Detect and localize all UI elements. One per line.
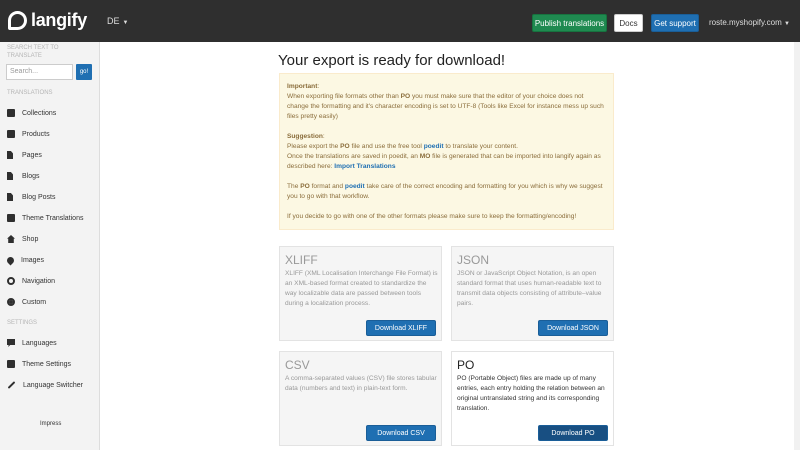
sidebar-item-label: Languages [22,339,57,347]
logo-text: langify [31,9,87,30]
page-title: Your export is ready for download! [278,52,506,69]
download-csv-button[interactable]: Download CSV [366,425,436,441]
poedit-link[interactable]: poedit [424,143,444,150]
publish-translations-button[interactable]: Publish translations [532,14,607,32]
suggestion-text: file and use the free tool [349,143,424,150]
format-card-po: PO PO (Portable Object) files are made u… [451,351,614,446]
shop-dropdown[interactable]: roste.myshopify.com ▼ [709,18,790,27]
sidebar-item-label: Language Switcher [23,381,83,389]
workflow-text: The [287,183,301,190]
download-json-button[interactable]: Download JSON [538,320,608,336]
docs-button[interactable]: Docs [614,14,643,32]
suggestion-label: Suggestion [287,133,323,140]
speech-bubble-icon [7,339,15,347]
sidebar-item-label: Pages [22,151,42,159]
card-title: CSV [285,358,310,372]
settings-heading: SETTINGS [7,320,38,326]
sidebar-item-label: Collections [22,109,57,117]
folder-icon [7,109,15,117]
sidebar-item-label: Blogs [22,172,40,180]
import-translations-link[interactable]: Import Translations [334,163,395,170]
format-card-xliff: XLIFF XLIFF (XML Localisation Interchang… [279,246,442,341]
search-input[interactable]: Search... [6,64,73,80]
image-icon [7,360,15,368]
translations-heading: TRANSLATIONS [7,90,53,96]
blog-post-icon [7,193,13,201]
sidebar-item-theme-settings[interactable]: Theme Settings [7,357,71,371]
download-po-button[interactable]: Download PO [538,425,608,441]
language-label: DE [107,16,120,26]
format-card-json: JSON JSON or JavaScript Object Notation,… [451,246,614,341]
logo[interactable]: langify [8,9,87,31]
sidebar-item-images[interactable]: Images [5,253,44,267]
blog-icon [7,172,13,180]
card-title: XLIFF [285,253,318,267]
sidebar-item-label: Blog Posts [22,193,56,201]
sidebar-item-theme-translations[interactable]: Theme Translations [7,211,83,225]
sidebar-item-collections[interactable]: Collections [7,106,56,120]
sidebar-item-languages[interactable]: Languages [7,336,57,350]
export-notice: Important: When exporting file formats o… [279,73,614,230]
sidebar-item-label: Theme Settings [22,360,72,368]
sidebar-item-label: Images [21,256,44,264]
drop-icon [5,255,16,265]
pencil-icon [7,381,16,389]
po-emphasis: PO [300,183,310,190]
format-card-csv: CSV A comma-separated values (CSV) file … [279,351,442,446]
po-emphasis: PO [400,93,411,100]
important-text-pre: When exporting file formats other than [287,93,401,100]
sidebar: SEARCH TEXT TO TRANSLATE Search... go! T… [0,42,100,450]
get-support-button[interactable]: Get support [651,14,699,32]
important-label: Important [287,83,318,90]
po-emphasis: PO [340,143,350,150]
search-heading: SEARCH TEXT TO TRANSLATE [7,45,59,59]
download-xliff-button[interactable]: Download XLIFF [366,320,436,336]
suggestion-text: Please export the [287,143,341,150]
caret-down-icon: ▼ [784,21,790,27]
book-icon [7,130,15,138]
sidebar-item-pages[interactable]: Pages [7,148,42,162]
card-description: XLIFF (XML Localisation Interchange File… [285,270,438,307]
shop-name: roste.myshopify.com [709,18,782,27]
sidebar-item-navigation[interactable]: Navigation [7,274,55,288]
suggestion-text: to translate your content. [443,143,518,150]
sidebar-item-products[interactable]: Products [7,127,50,141]
encoding-warning: If you decide to go with one of the othe… [287,213,577,220]
sidebar-item-blog-posts[interactable]: Blog Posts [7,190,55,204]
card-title: PO [457,358,475,372]
top-bar: langify DE ▼ Publish translations Docs Ge… [0,0,800,42]
card-description: A comma-separated values (CSV) file stor… [285,375,437,392]
gear-icon [7,298,15,306]
caret-down-icon: ▼ [122,20,129,26]
sidebar-item-label: Products [22,130,50,138]
poedit-link[interactable]: poedit [345,183,365,190]
home-icon [7,235,15,243]
sidebar-item-label: Navigation [22,277,56,285]
langify-logo-icon [8,10,27,30]
language-dropdown[interactable]: DE ▼ [107,16,128,26]
sidebar-item-shop[interactable]: Shop [7,232,38,246]
image-icon [7,214,15,222]
page-icon [7,151,13,159]
sidebar-item-label: Shop [22,235,39,243]
card-description: JSON or JavaScript Object Notation, is a… [457,270,602,307]
sidebar-item-label: Theme Translations [22,214,84,222]
card-title: JSON [457,253,490,267]
card-description: PO (Portable Object) files are made up o… [457,375,605,412]
scrollbar[interactable] [794,42,800,450]
link-icon [7,277,15,285]
sidebar-item-blogs[interactable]: Blogs [7,169,40,183]
mo-emphasis: MO [419,153,431,160]
sidebar-item-custom[interactable]: Custom [7,295,46,309]
suggestion-text: Once the translations are saved in poedi… [287,153,420,160]
impressum-link[interactable]: Impress [40,421,61,427]
search-go-button[interactable]: go! [76,64,92,80]
sidebar-item-language-switcher[interactable]: Language Switcher [7,378,83,392]
sidebar-item-label: Custom [22,298,47,306]
workflow-text: format and [309,183,345,190]
